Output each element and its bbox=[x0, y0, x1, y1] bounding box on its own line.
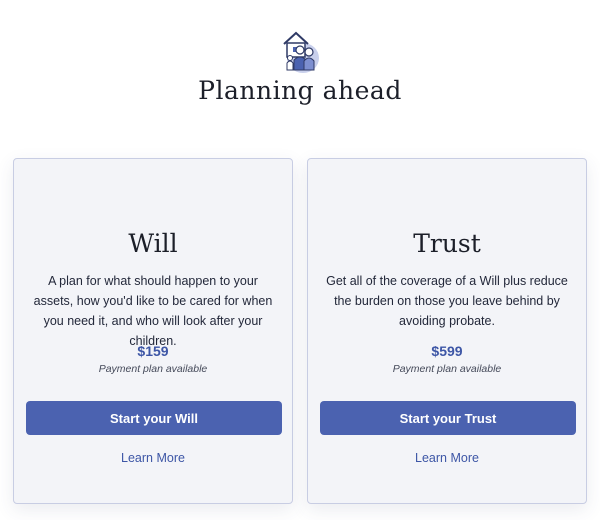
payment-plan-note: Payment plan available bbox=[98, 363, 208, 375]
price: $159 bbox=[137, 343, 169, 359]
card-description: A plan for what should happen to your as… bbox=[33, 274, 273, 348]
card-title: Will bbox=[128, 229, 178, 258]
start-trust-button[interactable]: Start your Trust bbox=[320, 401, 576, 435]
start-will-button[interactable]: Start your Will bbox=[26, 401, 282, 435]
trust-card: Trust Get all of the coverage of a Will … bbox=[307, 158, 587, 504]
page-title: Planning ahead bbox=[198, 76, 402, 105]
will-card: Will A plan for what should happen to yo… bbox=[13, 158, 293, 504]
learn-more-link[interactable]: Learn More bbox=[308, 451, 586, 465]
page-header: Planning ahead bbox=[0, 0, 600, 120]
price: $599 bbox=[431, 343, 463, 359]
card-description: Get all of the coverage of a Will plus r… bbox=[326, 274, 568, 328]
learn-more-link[interactable]: Learn More bbox=[14, 451, 292, 465]
payment-plan-note: Payment plan available bbox=[392, 363, 502, 375]
family-house-icon bbox=[276, 28, 324, 76]
card-title: Trust bbox=[413, 229, 481, 258]
